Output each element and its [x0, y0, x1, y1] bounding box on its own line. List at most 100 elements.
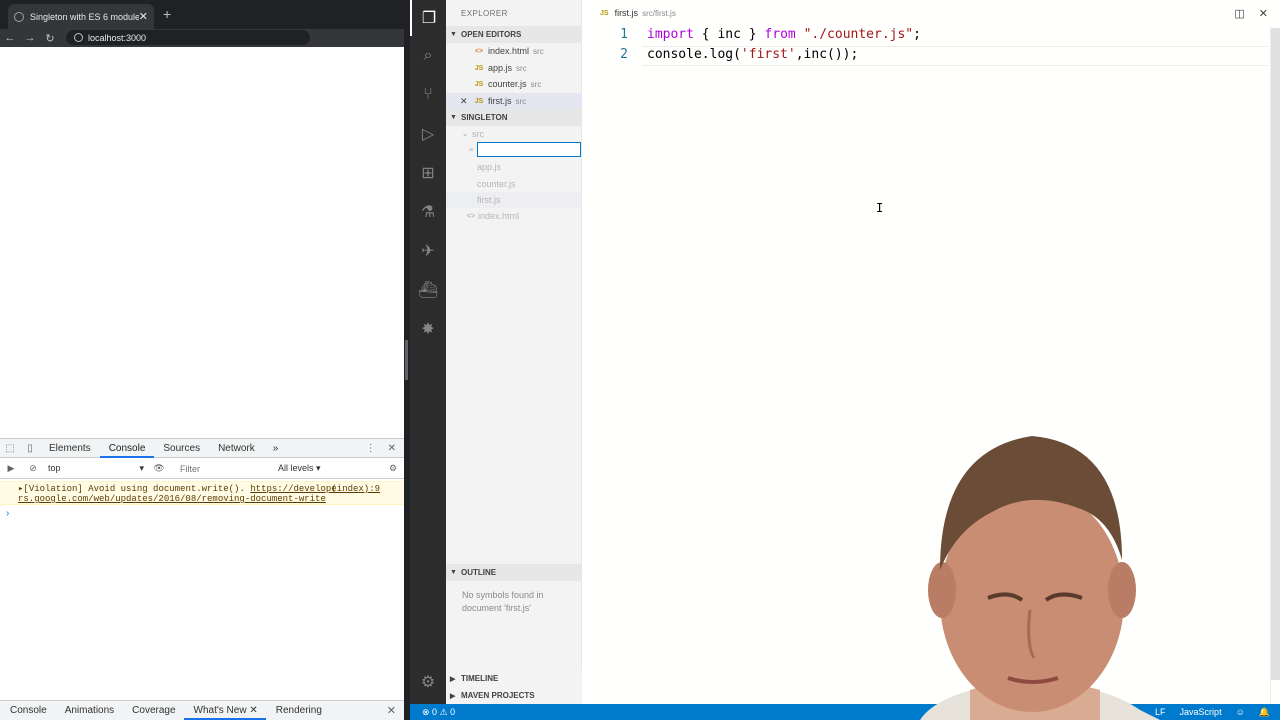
notifications-bell-icon[interactable]: 🔔	[1259, 707, 1270, 718]
browser-tabstrip: Singleton with ES 6 modules ✕ +	[0, 0, 404, 29]
live-expression-eye-icon[interactable]: 👁	[148, 463, 170, 474]
open-editor-app-js[interactable]: JS app.js src	[446, 60, 582, 76]
clear-console-icon[interactable]: ⊘	[22, 463, 44, 474]
chevron-right-icon: ▶	[450, 675, 456, 683]
devtools-tab-network[interactable]: Network	[209, 439, 264, 458]
tree-file-counter-js[interactable]: counter.js	[446, 176, 582, 192]
favicon-icon	[14, 11, 24, 22]
devtools-tabbar: ⬚ ▯ Elements Console Sources Network » ⋮…	[0, 438, 404, 458]
devtools-more-tabs[interactable]: »	[264, 439, 288, 458]
settings-gear-icon[interactable]: ⚙	[410, 664, 446, 700]
forward-icon[interactable]: →	[20, 32, 40, 44]
text-cursor-icon: I	[876, 201, 884, 215]
extensions-icon[interactable]: ⊞	[410, 155, 446, 191]
html-file-icon: <>	[474, 47, 484, 55]
language-mode[interactable]: JavaScript	[1180, 707, 1222, 717]
presenter-webcam-image	[920, 436, 1160, 720]
dropdown-arrow-icon: ▾	[139, 463, 144, 473]
reload-icon[interactable]: ↻	[40, 32, 60, 45]
console-violation-message: ▸[Violation] Avoid using document.write(…	[0, 481, 404, 505]
new-tab-button[interactable]: +	[163, 6, 171, 22]
open-editor-first-js[interactable]: ✕ JS first.js src	[446, 93, 582, 109]
kubernetes-icon[interactable]: ✸	[410, 311, 446, 347]
drawer-tab-whats-new[interactable]: What's New ✕	[183, 701, 266, 720]
device-toggle-icon[interactable]: ▯	[20, 443, 40, 454]
devtools-drawer-tabs: Console Animations Coverage What's New ✕…	[0, 700, 404, 720]
drawer-tab-coverage[interactable]: Coverage	[122, 701, 183, 720]
console-filter-input[interactable]	[176, 460, 274, 477]
violation-link-cont[interactable]: rs.google.com/web/updates/2016/08/removi…	[18, 494, 326, 504]
chevron-down-icon: ▼	[450, 569, 457, 576]
outline-header[interactable]: ▼ OUTLINE	[446, 564, 582, 581]
js-file-icon: JS	[600, 9, 609, 17]
tab-title: Singleton with ES 6 modules	[30, 11, 139, 22]
editor-tab-filename[interactable]: first.js	[615, 8, 639, 18]
sidebar-toggle-icon[interactable]: ▶	[0, 463, 22, 474]
remote-bird-icon[interactable]: ✈	[410, 233, 446, 269]
violation-source-link[interactable]: (index):9	[331, 484, 380, 494]
drawer-tab-rendering[interactable]: Rendering	[266, 701, 330, 720]
console-settings-gear-icon[interactable]: ⚙	[382, 463, 404, 474]
line-number: 2	[620, 47, 628, 62]
drawer-tab-console[interactable]: Console	[0, 701, 55, 720]
editor-tab-path: src/first.js	[642, 8, 676, 18]
drawer-tab-close-icon[interactable]: ✕	[249, 705, 257, 716]
problems-indicator[interactable]: ⊗ 0 ⚠ 0	[410, 707, 455, 718]
timeline-header[interactable]: ▶ TIMELINE	[446, 670, 582, 687]
chevron-right-icon: ▶	[450, 692, 456, 700]
devtools-tab-elements[interactable]: Elements	[40, 439, 100, 458]
context-select[interactable]: top ▾	[44, 463, 148, 474]
js-file-icon: JS	[474, 97, 484, 105]
singleton-project-header[interactable]: ▼ SINGLETON	[446, 109, 582, 126]
resize-handle[interactable]	[405, 340, 408, 380]
tree-folder-src[interactable]: ⌄ src	[446, 126, 582, 142]
devtools-menu-icon[interactable]: ⋮	[366, 443, 376, 454]
activity-bar: ❐ ⌕ ⑂ ▷ ⊞ ⚗ ✈ ⛴ ✸ ⚙	[410, 0, 446, 704]
source-control-icon[interactable]: ⑂	[410, 77, 446, 113]
search-icon[interactable]: ⌕	[410, 38, 446, 74]
open-editors-header[interactable]: ▼ OPEN EDITORS	[446, 26, 582, 43]
browser-tab[interactable]: Singleton with ES 6 modules ✕	[8, 4, 154, 29]
tree-file-app-js[interactable]: app.js	[446, 159, 582, 175]
chevron-down-icon: ⌄	[462, 131, 468, 138]
close-editor-icon[interactable]: ✕	[460, 96, 472, 107]
code-line-2[interactable]: console.log('first',inc());	[647, 47, 858, 62]
feedback-icon[interactable]: ☺	[1236, 707, 1245, 717]
tree-file-first-js[interactable]: first.js	[446, 192, 582, 208]
drawer-tab-animations[interactable]: Animations	[55, 701, 122, 720]
open-editor-counter-js[interactable]: JS counter.js src	[446, 76, 582, 92]
chevron-down-icon: ▼	[450, 114, 457, 121]
tree-file-index-html[interactable]: <> index.html	[446, 208, 582, 224]
docker-whale-icon[interactable]: ⛴	[410, 272, 446, 308]
chevron-down-icon: ▼	[450, 31, 457, 38]
new-file-name-input[interactable]	[477, 142, 581, 157]
editor-scroll-thumb[interactable]	[1271, 28, 1280, 680]
inspect-icon[interactable]: ⬚	[0, 443, 20, 454]
maven-projects-header[interactable]: ▶ MAVEN PROJECTS	[446, 687, 582, 704]
console-prompt[interactable]: ›	[6, 508, 9, 519]
editor-tab-breadcrumb: JS first.js src/first.js	[582, 0, 1280, 26]
log-levels-select[interactable]: All levels ▾	[278, 463, 354, 474]
console-toolbar: ▶ ⊘ top▾ 👁 All levels ▾ ⚙	[0, 459, 404, 479]
tab-close-icon[interactable]: ✕	[139, 10, 148, 23]
close-editor-icon[interactable]: ✕	[1259, 7, 1268, 20]
open-editor-index-html[interactable]: <> index.html src	[446, 43, 582, 59]
drawer-close-icon[interactable]: ✕	[387, 704, 404, 717]
outline-empty-message: No symbols found in document 'first.js'	[462, 590, 544, 613]
violation-link[interactable]: https://develope	[250, 484, 336, 494]
devtools-tab-console[interactable]: Console	[99, 439, 155, 458]
code-line-1[interactable]: import { inc } from "./counter.js";	[647, 27, 921, 42]
address-bar[interactable]: localhost:3000	[66, 30, 310, 45]
page-content[interactable]	[0, 47, 404, 438]
back-icon[interactable]: ←	[0, 32, 20, 44]
run-debug-icon[interactable]: ▷	[410, 116, 446, 152]
js-file-icon: JS	[474, 80, 484, 88]
testing-flask-icon[interactable]: ⚗	[410, 194, 446, 230]
site-info-icon[interactable]	[74, 33, 83, 42]
split-editor-icon[interactable]: ◫	[1234, 7, 1244, 20]
explorer-files-icon[interactable]: ❐	[410, 0, 446, 36]
devtools-close-icon[interactable]: ✕	[388, 443, 396, 454]
js-file-icon: JS	[474, 64, 484, 72]
devtools-tab-sources[interactable]: Sources	[154, 439, 209, 458]
url-text: localhost:3000	[88, 32, 147, 43]
